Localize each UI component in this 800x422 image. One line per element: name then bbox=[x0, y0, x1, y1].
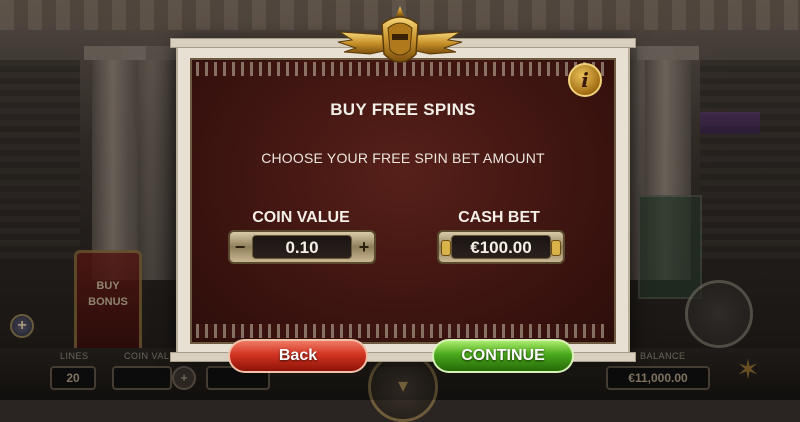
plus-icon[interactable]: + bbox=[355, 237, 373, 257]
bolt-right-decoration bbox=[551, 240, 561, 256]
bolt-left-decoration bbox=[441, 240, 451, 256]
coin-value-stepper: − 0.10 + bbox=[228, 230, 376, 264]
cash-bet-display: €100.00 bbox=[451, 235, 551, 259]
cash-bet-display-frame: €100.00 bbox=[437, 230, 565, 264]
info-icon[interactable]: i bbox=[568, 63, 602, 97]
dialog-title: BUY FREE SPINS bbox=[330, 100, 476, 119]
dialog-subtitle: CHOOSE YOUR FREE SPIN BET AMOUNT bbox=[261, 150, 545, 166]
back-button[interactable]: Back bbox=[228, 339, 368, 373]
minus-icon[interactable]: − bbox=[231, 237, 249, 257]
winged-emblem-icon bbox=[337, 6, 463, 63]
meander-border-bottom bbox=[196, 324, 604, 338]
cash-bet-label: CASH BET bbox=[458, 209, 540, 226]
continue-button[interactable]: CONTINUE bbox=[432, 339, 574, 373]
coin-value-label: COIN VALUE bbox=[252, 209, 350, 226]
coin-value-display: 0.10 bbox=[252, 235, 352, 259]
